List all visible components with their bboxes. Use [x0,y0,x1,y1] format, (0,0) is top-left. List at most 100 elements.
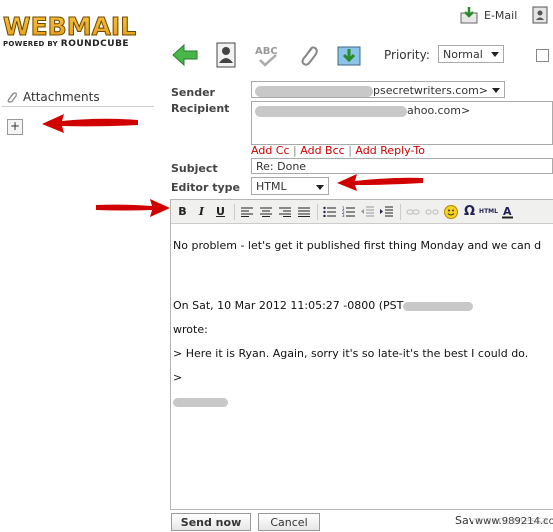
priority-value: Normal [443,48,483,61]
editor-type-value: HTML [256,180,287,193]
send-now-button[interactable]: Send now [171,513,251,531]
toolbar-separator [234,203,235,220]
address-book-button[interactable] [211,40,241,70]
indent-icon [380,206,393,217]
unlink-button[interactable] [423,203,440,221]
align-right-icon [278,207,291,217]
compose-toolbar: ABC [170,40,375,70]
email-download-icon [460,7,478,24]
sender-select[interactable]: psecretwriters.com> [251,81,505,98]
toolbar-separator [317,203,318,220]
numbered-list-button[interactable]: 123 [340,203,357,221]
priority-label: Priority: [384,48,430,62]
redacted-text [403,301,474,311]
priority-select[interactable]: Normal [438,45,504,63]
add-cc-link[interactable]: Add Cc [251,144,290,157]
omega-icon: Ω [463,204,476,219]
recipient-value: ahoo.com> [407,104,471,117]
italic-button[interactable]: I [193,203,210,221]
message-body[interactable]: No problem - let's get it published firs… [173,228,553,420]
body-line: > Here it is Ryan. Again, sorry it's so … [173,347,529,360]
smiley-icon [443,204,458,219]
logo-subtitle: POWERED BY ROUNDCUBE [3,39,136,49]
back-arrow-icon [172,43,198,67]
save-sent-checkbox[interactable] [536,49,549,62]
text-color-icon: A [501,205,513,218]
chevron-down-icon [316,185,324,190]
align-left-button[interactable] [238,203,255,221]
watermark: www.989214.com [473,516,553,527]
underline-button[interactable]: U [212,203,229,221]
subject-label: Subject [171,162,218,175]
chevron-down-icon [491,52,499,57]
align-justify-icon [297,207,310,217]
address-book-nav-icon[interactable] [532,6,548,27]
align-right-button[interactable] [276,203,293,221]
recipient-label: Recipient [171,102,230,115]
text-color-button[interactable]: A [499,203,516,221]
link-icon [406,209,419,214]
outdent-button[interactable] [359,203,376,221]
body-quote-header: On Sat, 10 Mar 2012 11:05:27 -0800 (PST [173,299,404,312]
link-button[interactable] [404,203,421,221]
redacted-text [255,85,373,97]
svg-text:A: A [503,205,512,218]
align-center-icon [259,207,272,217]
indent-button[interactable] [378,203,395,221]
numbered-list-icon: 123 [342,206,355,217]
save-draft-button[interactable] [334,40,364,70]
logo-sub-prefix: POWERED BY [3,40,61,48]
align-justify-button[interactable] [295,203,312,221]
attach-button[interactable] [293,40,323,70]
spellcheck-icon: ABC [255,46,278,67]
redacted-text [255,105,407,117]
spellcheck-button[interactable]: ABC [252,40,282,70]
emoticon-button[interactable] [442,203,459,221]
chevron-down-icon [492,88,500,93]
svg-text:3: 3 [342,213,345,217]
red-arrow-toolbar [96,199,170,217]
toolbar-separator [400,203,401,220]
body-line: > [173,371,183,384]
bullet-list-button[interactable] [321,203,338,221]
body-line [173,396,553,408]
add-attachment-button[interactable]: + [7,119,23,135]
link-separator: | [348,144,352,157]
editor-toolbar: B I U 123 Ω HTML A [171,200,553,224]
body-line: No problem - let's get it published firs… [173,239,542,252]
recipient-textarea[interactable]: ahoo.com> [251,101,553,145]
editor-type-select[interactable]: HTML [251,177,329,195]
logo-sub-brand: ROUNDCUBE [60,39,130,49]
paperclip-icon [301,46,318,66]
body-line: On Sat, 10 Mar 2012 11:05:27 -0800 (PST [173,300,553,312]
add-reply-to-link[interactable]: Add Reply-To [355,144,425,157]
save-icon [337,46,361,66]
special-char-button[interactable]: Ω [461,203,478,221]
paperclip-small-icon [7,92,17,103]
link-separator: | [293,144,297,157]
html-icon: HTML [479,208,498,215]
sender-value: psecretwriters.com> [373,84,489,97]
attachments-heading: Attachments [6,90,100,104]
unlink-icon [425,209,438,214]
red-arrow-editor-type [337,174,423,191]
attachments-title: Attachments [23,90,100,104]
red-arrow-attachments [42,114,138,133]
align-center-button[interactable] [257,203,274,221]
cancel-button[interactable]: Cancel [258,513,320,531]
email-nav-label: E-Mail [484,8,518,22]
address-book-icon [216,42,236,68]
add-bcc-link[interactable]: Add Bcc [300,144,344,157]
webmail-logo: WEBMAIL POWERED BY ROUNDCUBE [2,12,137,50]
sender-label: Sender [171,86,215,99]
add-header-links: Add Cc | Add Bcc | Add Reply-To [251,144,425,157]
body-line: wrote: [173,323,208,336]
bold-button[interactable]: B [174,203,191,221]
logo-title: WEBMAIL [2,12,137,42]
back-button[interactable] [170,40,200,70]
html-source-button[interactable]: HTML [479,203,498,221]
sidebar-divider [2,106,154,107]
outdent-icon [361,206,374,217]
email-nav-button[interactable]: E-Mail [460,6,517,24]
align-left-icon [240,207,253,217]
